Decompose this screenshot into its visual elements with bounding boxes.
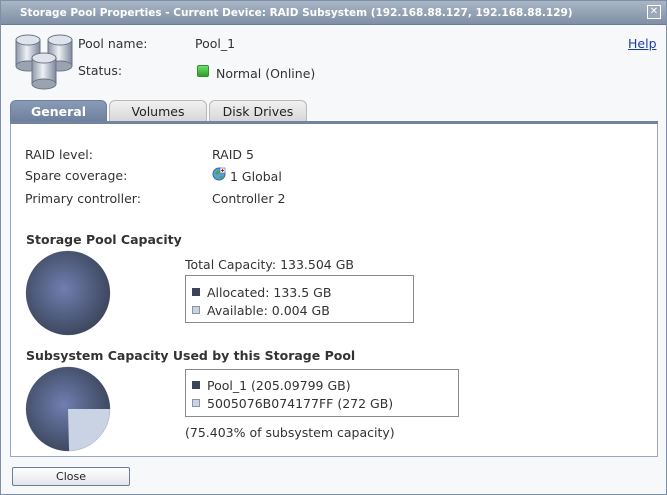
legend-label-pool: Pool_1 (205.09799 GB) <box>207 378 351 393</box>
spare-coverage-label: Spare coverage: <box>25 168 128 183</box>
pool-name-value: Pool_1 <box>195 36 236 51</box>
legend-label-available: Available: 0.004 GB <box>207 303 330 318</box>
raid-level-value: RAID 5 <box>212 147 254 162</box>
legend-label-other: 5005076B074177FF (272 GB) <box>207 396 394 411</box>
subsystem-capacity-legend: Pool_1 (205.09799 GB) 5005076B074177FF (… <box>185 369 459 417</box>
legend-swatch-allocated <box>192 288 200 296</box>
legend-swatch-pool <box>192 381 200 389</box>
storage-pool-icon <box>15 34 73 90</box>
title-bar[interactable]: Storage Pool Properties - Current Device… <box>1 1 666 25</box>
pool-capacity-pie-chart <box>25 250 111 336</box>
pool-capacity-title: Storage Pool Capacity <box>26 232 182 247</box>
spare-coverage-value: 1 Global <box>230 169 282 184</box>
tab-disk-drives[interactable]: Disk Drives <box>209 100 307 122</box>
close-button[interactable]: Close <box>12 467 130 486</box>
legend-item: Pool_1 (205.09799 GB) <box>192 378 351 393</box>
subsystem-capacity-pie-chart <box>25 366 111 452</box>
tab-volumes[interactable]: Volumes <box>109 100 207 122</box>
legend-label-allocated: Allocated: 133.5 GB <box>207 285 332 300</box>
close-window-icon[interactable]: ✕ <box>647 5 661 19</box>
global-spare-icon <box>212 167 226 181</box>
status-value: Normal (Online) <box>216 66 316 81</box>
status-ok-icon <box>197 65 209 77</box>
legend-swatch-available <box>192 306 200 314</box>
subsystem-capacity-note: (75.403% of subsystem capacity) <box>185 425 395 440</box>
tab-general[interactable]: General <box>10 100 107 122</box>
pie-slice-allocated <box>26 251 110 335</box>
legend-item: 5005076B074177FF (272 GB) <box>192 396 393 411</box>
window-title: Storage Pool Properties - Current Device… <box>20 7 573 19</box>
legend-item: Allocated: 133.5 GB <box>192 285 331 300</box>
primary-controller-label: Primary controller: <box>25 191 141 206</box>
pool-name-label: Pool name: <box>78 36 148 51</box>
storage-pool-properties-dialog: Storage Pool Properties - Current Device… <box>0 0 667 495</box>
pool-capacity-legend: Allocated: 133.5 GB Available: 0.004 GB <box>185 275 414 323</box>
legend-item: Available: 0.004 GB <box>192 303 330 318</box>
status-label: Status: <box>78 63 123 78</box>
legend-swatch-other <box>192 399 200 407</box>
primary-controller-value: Controller 2 <box>212 191 286 206</box>
help-link[interactable]: Help <box>628 36 657 51</box>
total-capacity: Total Capacity: 133.504 GB <box>185 257 354 272</box>
subsystem-capacity-title: Subsystem Capacity Used by this Storage … <box>26 348 356 363</box>
raid-level-label: RAID level: <box>25 147 93 162</box>
